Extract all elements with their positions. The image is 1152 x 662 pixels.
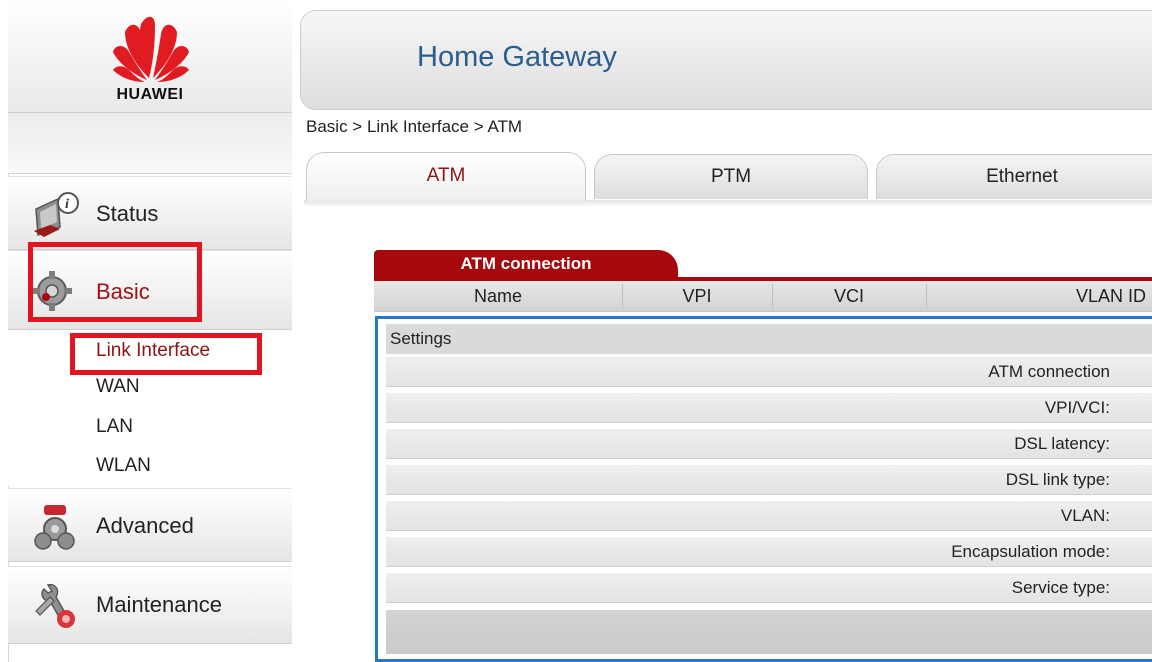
settings-row: DSL link type: xyxy=(386,465,1152,495)
tab-ptm[interactable]: PTM xyxy=(594,154,868,199)
sidebar: HUAWEI i Status Basic Link Interface WAN… xyxy=(0,0,292,662)
highlight-basic xyxy=(28,242,202,322)
subnav-lan[interactable]: LAN xyxy=(96,416,133,438)
nav-maintenance[interactable]: Maintenance xyxy=(8,566,292,644)
sidebar-spacer xyxy=(8,113,292,174)
connection-table-header: Name VPI VCI VLAN ID xyxy=(374,281,1152,312)
status-icon: i xyxy=(34,192,79,237)
settings-title: Settings xyxy=(390,329,452,348)
field-label: Encapsulation mode: xyxy=(951,542,1110,561)
tab-bar: ATM PTM Ethernet xyxy=(304,150,1152,204)
svg-text:i: i xyxy=(65,197,69,212)
header-banner: Home Gateway xyxy=(300,10,1152,110)
brand-name: HUAWEI xyxy=(116,86,184,103)
subnav-wlan[interactable]: WLAN xyxy=(96,455,151,477)
settings-row: Encapsulation mode: xyxy=(386,537,1152,567)
tab-ethernet[interactable]: Ethernet xyxy=(876,154,1152,199)
settings-row: Service type: xyxy=(386,573,1152,603)
column-vpi: VPI xyxy=(682,286,712,306)
nav-advanced[interactable]: Advanced xyxy=(8,488,292,562)
breadcrumb: Basic > Link Interface > ATM xyxy=(306,117,523,136)
column-vci: VCI xyxy=(833,286,864,306)
field-label: ATM connection xyxy=(988,362,1110,381)
settings-footer xyxy=(386,610,1152,654)
settings-row: DSL latency: xyxy=(386,429,1152,459)
huawei-logo xyxy=(113,16,189,82)
nav-status-label: Status xyxy=(96,201,159,226)
tab-atm[interactable]: ATM xyxy=(306,152,586,201)
page-title: Home Gateway xyxy=(417,41,617,73)
settings-header: Settings xyxy=(386,324,1152,354)
nav-advanced-label: Advanced xyxy=(96,513,194,538)
field-label: VPI/VCI: xyxy=(1044,398,1110,417)
logo: HUAWEI xyxy=(8,0,292,113)
subnav-wan[interactable]: WAN xyxy=(96,376,140,398)
settings-row: VLAN: xyxy=(386,501,1152,531)
column-vlan-id: VLAN ID xyxy=(1075,286,1146,306)
highlight-link-interface xyxy=(70,333,262,375)
maintenance-icon xyxy=(35,583,75,628)
field-label: VLAN: xyxy=(1060,506,1110,525)
settings-row: VPI/VCI: xyxy=(386,393,1152,423)
column-name: Name xyxy=(473,286,522,306)
atm-connection-tab[interactable]: ATM connection xyxy=(374,250,678,278)
field-label: Service type: xyxy=(1011,578,1110,597)
field-label: DSL latency: xyxy=(1014,434,1110,453)
field-label: DSL link type: xyxy=(1005,470,1110,489)
advanced-icon xyxy=(34,505,75,550)
nav-maintenance-label: Maintenance xyxy=(96,592,222,617)
nav-status[interactable]: i Status xyxy=(8,176,292,250)
settings-row: ATM connection xyxy=(386,357,1152,387)
